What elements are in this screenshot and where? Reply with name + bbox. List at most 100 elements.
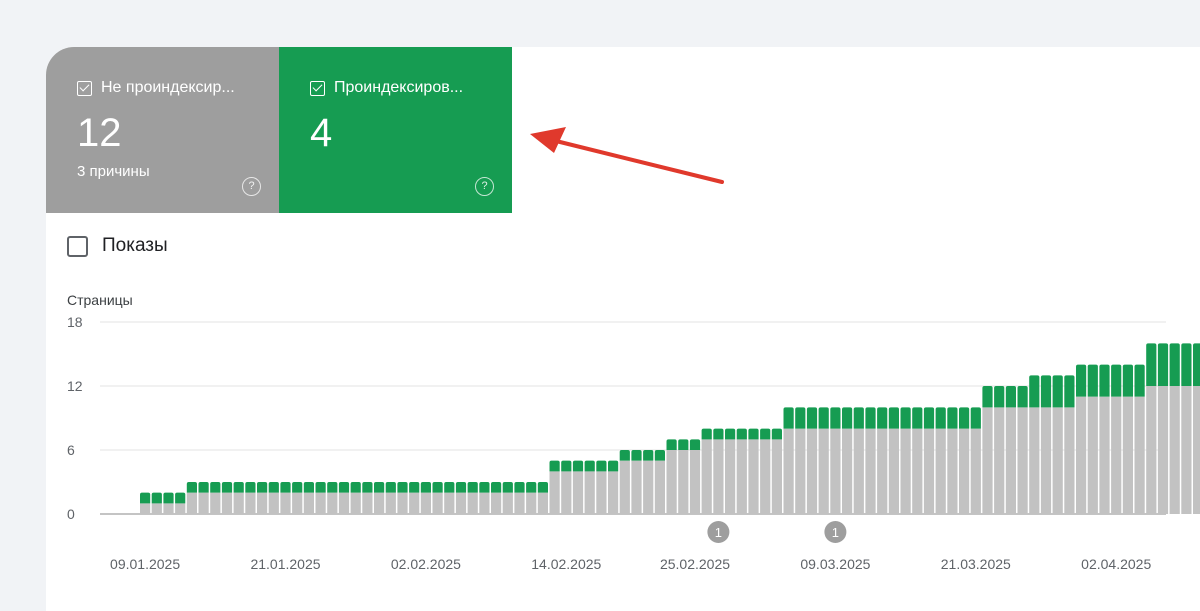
bar-not-indexed[interactable]	[1169, 386, 1180, 514]
bar-indexed[interactable]	[853, 407, 864, 429]
bar-indexed[interactable]	[444, 482, 455, 493]
bar-not-indexed[interactable]	[362, 492, 373, 514]
bar-not-indexed[interactable]	[1029, 407, 1040, 514]
bar-not-indexed[interactable]	[1146, 386, 1157, 514]
bar-indexed[interactable]	[1181, 343, 1192, 386]
bar-indexed[interactable]	[350, 482, 361, 493]
bar-not-indexed[interactable]	[292, 492, 303, 514]
bar-not-indexed[interactable]	[561, 471, 572, 514]
bar-not-indexed[interactable]	[666, 450, 677, 514]
bar-not-indexed[interactable]	[1122, 396, 1133, 514]
bar-not-indexed[interactable]	[198, 492, 209, 514]
bar-indexed[interactable]	[1193, 343, 1200, 386]
bar-not-indexed[interactable]	[877, 428, 888, 514]
bar-not-indexed[interactable]	[549, 471, 560, 514]
bar-not-indexed[interactable]	[619, 460, 630, 514]
bar-not-indexed[interactable]	[233, 492, 244, 514]
bar-not-indexed[interactable]	[795, 428, 806, 514]
bar-not-indexed[interactable]	[1005, 407, 1016, 514]
bar-indexed[interactable]	[1169, 343, 1180, 386]
bar-not-indexed[interactable]	[608, 471, 619, 514]
bar-not-indexed[interactable]	[444, 492, 455, 514]
bar-indexed[interactable]	[409, 482, 420, 493]
bar-not-indexed[interactable]	[1099, 396, 1110, 514]
bar-indexed[interactable]	[292, 482, 303, 493]
bar-not-indexed[interactable]	[748, 439, 759, 514]
bar-indexed[interactable]	[689, 439, 701, 450]
bar-not-indexed[interactable]	[397, 492, 408, 514]
bar-not-indexed[interactable]	[210, 492, 221, 514]
bar-indexed[interactable]	[479, 482, 490, 493]
bar-indexed[interactable]	[888, 407, 899, 429]
bar-indexed[interactable]	[923, 407, 935, 429]
bar-indexed[interactable]	[257, 482, 268, 493]
bar-indexed[interactable]	[970, 407, 981, 429]
bar-not-indexed[interactable]	[654, 460, 665, 514]
bar-not-indexed[interactable]	[163, 503, 174, 514]
bar-not-indexed[interactable]	[783, 428, 794, 514]
bar-indexed[interactable]	[1076, 364, 1087, 397]
bar-indexed[interactable]	[818, 407, 829, 429]
bar-indexed[interactable]	[245, 482, 256, 493]
bar-not-indexed[interactable]	[1157, 386, 1169, 514]
bar-not-indexed[interactable]	[409, 492, 420, 514]
bar-not-indexed[interactable]	[327, 492, 338, 514]
bar-indexed[interactable]	[432, 482, 443, 493]
bar-not-indexed[interactable]	[151, 503, 162, 514]
bar-not-indexed[interactable]	[140, 503, 151, 514]
bar-indexed[interactable]	[198, 482, 209, 493]
bar-indexed[interactable]	[748, 428, 759, 440]
bar-indexed[interactable]	[1099, 364, 1110, 397]
bar-indexed[interactable]	[1134, 364, 1145, 397]
bar-not-indexed[interactable]	[537, 492, 548, 514]
bar-not-indexed[interactable]	[959, 428, 970, 514]
bar-not-indexed[interactable]	[338, 492, 350, 514]
bar-indexed[interactable]	[806, 407, 818, 429]
bar-not-indexed[interactable]	[257, 492, 268, 514]
bar-not-indexed[interactable]	[245, 492, 256, 514]
bar-indexed[interactable]	[654, 450, 665, 461]
bar-indexed[interactable]	[280, 482, 291, 493]
bar-indexed[interactable]	[912, 407, 923, 429]
bar-not-indexed[interactable]	[186, 492, 197, 514]
bar-not-indexed[interactable]	[725, 439, 736, 514]
bar-indexed[interactable]	[467, 482, 478, 493]
bar-not-indexed[interactable]	[631, 460, 642, 514]
bar-not-indexed[interactable]	[1017, 407, 1028, 514]
bar-not-indexed[interactable]	[760, 439, 771, 514]
bar-indexed[interactable]	[900, 407, 911, 429]
bar-indexed[interactable]	[268, 482, 279, 493]
bar-not-indexed[interactable]	[303, 492, 314, 514]
bar-indexed[interactable]	[608, 460, 619, 472]
annotation-label[interactable]: 1	[715, 525, 722, 540]
bar-indexed[interactable]	[596, 460, 607, 472]
bar-not-indexed[interactable]	[479, 492, 490, 514]
bar-indexed[interactable]	[959, 407, 970, 429]
bar-not-indexed[interactable]	[853, 428, 864, 514]
bar-not-indexed[interactable]	[923, 428, 935, 514]
bar-indexed[interactable]	[1052, 375, 1063, 408]
bar-indexed[interactable]	[140, 492, 151, 504]
bar-indexed[interactable]	[725, 428, 736, 440]
bar-indexed[interactable]	[385, 482, 396, 493]
bar-indexed[interactable]	[947, 407, 958, 429]
bar-not-indexed[interactable]	[1181, 386, 1192, 514]
bar-not-indexed[interactable]	[420, 492, 431, 514]
bar-indexed[interactable]	[619, 450, 630, 461]
bar-indexed[interactable]	[1005, 386, 1016, 408]
bar-indexed[interactable]	[163, 492, 174, 504]
bar-not-indexed[interactable]	[374, 492, 385, 514]
bar-not-indexed[interactable]	[713, 439, 724, 514]
bar-indexed[interactable]	[830, 407, 841, 429]
bar-indexed[interactable]	[842, 407, 853, 429]
bar-not-indexed[interactable]	[701, 439, 712, 514]
bar-not-indexed[interactable]	[1134, 396, 1145, 514]
bar-indexed[interactable]	[151, 492, 162, 504]
bar-indexed[interactable]	[935, 407, 946, 429]
bar-not-indexed[interactable]	[912, 428, 923, 514]
bar-indexed[interactable]	[982, 386, 993, 408]
bar-indexed[interactable]	[502, 482, 513, 493]
bar-not-indexed[interactable]	[315, 492, 326, 514]
bar-not-indexed[interactable]	[350, 492, 361, 514]
bar-not-indexed[interactable]	[888, 428, 899, 514]
